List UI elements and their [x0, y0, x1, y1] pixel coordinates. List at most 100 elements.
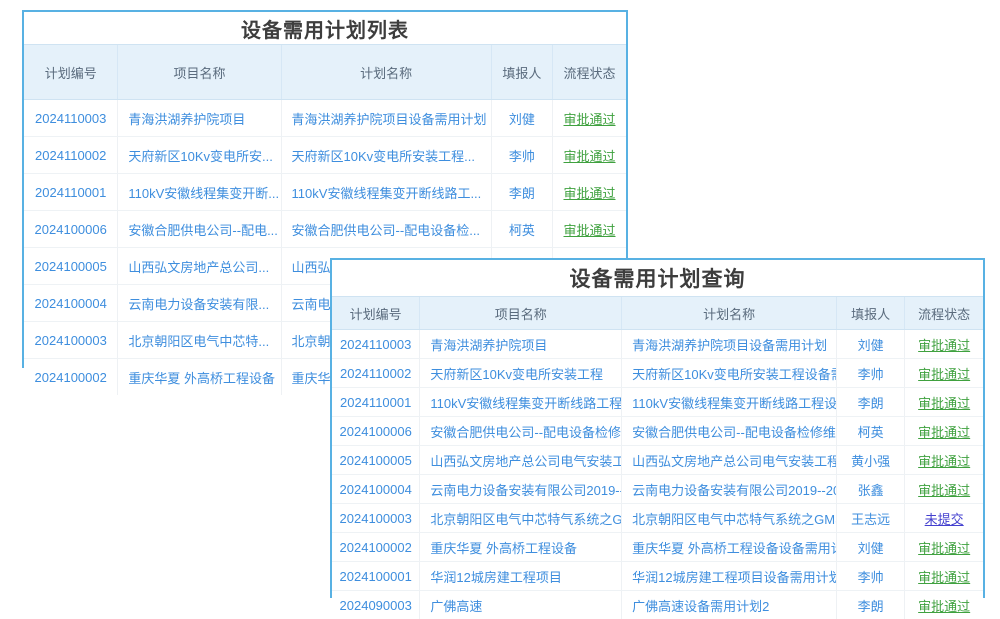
project-name-cell: 重庆华夏 外高桥工程设备 [420, 533, 622, 562]
column-header-status: 流程状态 [905, 297, 983, 330]
filler-cell: 李朗 [491, 174, 552, 211]
plan-no-cell: 2024100004 [24, 285, 118, 322]
status-cell: 审批通过 [905, 388, 983, 417]
status-cell: 审批通过 [905, 533, 983, 562]
status-link[interactable]: 审批通过 [564, 186, 616, 201]
table-row[interactable]: 2024100006安徽合肥供电公司--配电...安徽合肥供电公司--配电设备检… [24, 211, 626, 248]
status-link[interactable]: 审批通过 [918, 367, 970, 382]
page-title: 设备需用计划查询 [332, 260, 983, 296]
column-header-plan-name: 计划名称 [622, 297, 837, 330]
project-name-cell: 安徽合肥供电公司--配电设备检修维护 [420, 417, 622, 446]
plan-no-cell: 2024110001 [24, 174, 118, 211]
project-name-cell: 安徽合肥供电公司--配电... [118, 211, 281, 248]
plan-name-cell: 广佛高速设备需用计划2 [622, 591, 837, 619]
table-row[interactable]: 2024100002重庆华夏 外高桥工程设备重庆华夏 外高桥工程设备设备需用计划… [332, 533, 983, 562]
column-header-filler: 填报人 [491, 45, 552, 100]
table-row[interactable]: 2024110003青海洪湖养护院项目青海洪湖养护院项目设备需用计划刘健审批通过 [24, 100, 626, 137]
plan-name-cell: 华润12城房建工程项目设备需用计划2 [622, 562, 837, 591]
plan-no-cell: 2024100002 [332, 533, 420, 562]
column-header-plan-no: 计划编号 [332, 297, 420, 330]
plan-name-cell: 天府新区10Kv变电所安装工程... [281, 137, 491, 174]
plan-no-cell: 2024110001 [332, 388, 420, 417]
table-row[interactable]: 2024110003青海洪湖养护院项目青海洪湖养护院项目设备需用计划刘健审批通过 [332, 330, 983, 359]
table-header-row: 计划编号 项目名称 计划名称 填报人 流程状态 [24, 45, 626, 100]
plan-name-cell: 110kV安徽线程集变开断线路工程设备需用计划 [622, 388, 837, 417]
status-link[interactable]: 未提交 [925, 512, 964, 527]
plan-name-cell: 110kV安徽线程集变开断线路工... [281, 174, 491, 211]
status-cell: 审批通过 [553, 100, 626, 137]
plan-no-cell: 2024100006 [332, 417, 420, 446]
filler-cell: 柯英 [837, 417, 905, 446]
plan-name-cell: 安徽合肥供电公司--配电设备检修维护设备需用计划 [622, 417, 837, 446]
table-row[interactable]: 2024110002天府新区10Kv变电所安装工程天府新区10Kv变电所安装工程… [332, 359, 983, 388]
status-cell: 审批通过 [553, 174, 626, 211]
filler-cell: 刘健 [837, 533, 905, 562]
plan-no-cell: 2024100001 [332, 562, 420, 591]
table-row[interactable]: 2024100001华润12城房建工程项目华润12城房建工程项目设备需用计划2李… [332, 562, 983, 591]
project-name-cell: 天府新区10Kv变电所安装工程 [420, 359, 622, 388]
table-row[interactable]: 2024110001110kV安徽线程集变开断线路工程110kV安徽线程集变开断… [332, 388, 983, 417]
plan-no-cell: 2024100003 [24, 322, 118, 359]
column-header-plan-no: 计划编号 [24, 45, 118, 100]
filler-cell: 柯英 [491, 211, 552, 248]
filler-cell: 李帅 [837, 359, 905, 388]
table-row[interactable]: 2024110001110kV安徽线程集变开断...110kV安徽线程集变开断线… [24, 174, 626, 211]
project-name-cell: 北京朝阳区电气中芯特气系统之GMS [420, 504, 622, 533]
plan-name-cell: 山西弘文房地产总公司电气安装工程设备需用计划 [622, 446, 837, 475]
table-row[interactable]: 2024100006安徽合肥供电公司--配电设备检修维护安徽合肥供电公司--配电… [332, 417, 983, 446]
table-row[interactable]: 2024100005山西弘文房地产总公司电气安装工程山西弘文房地产总公司电气安装… [332, 446, 983, 475]
plan-name-cell: 天府新区10Kv变电所安装工程设备需用计划 [622, 359, 837, 388]
plan-name-cell: 重庆华夏 外高桥工程设备设备需用计划 [622, 533, 837, 562]
plan-no-cell: 2024090003 [332, 591, 420, 619]
table-header-row: 计划编号 项目名称 计划名称 填报人 流程状态 [332, 297, 983, 330]
plan-no-cell: 2024110003 [332, 330, 420, 359]
column-header-status: 流程状态 [553, 45, 626, 100]
plan-name-cell: 北京朝阳区电气中芯特气系统之GMS设备需用计划 [622, 504, 837, 533]
plan-name-cell: 青海洪湖养护院项目设备需用计划 [281, 100, 491, 137]
status-cell: 审批通过 [905, 562, 983, 591]
project-name-cell: 云南电力设备安装有限公司2019--2020 [420, 475, 622, 504]
column-header-plan-name: 计划名称 [281, 45, 491, 100]
filler-cell: 王志远 [837, 504, 905, 533]
project-name-cell: 广佛高速 [420, 591, 622, 619]
status-cell: 审批通过 [553, 137, 626, 174]
plan-name-cell: 云南电力设备安装有限公司2019--2020设备需用计划 [622, 475, 837, 504]
table-row[interactable]: 2024110002天府新区10Kv变电所安...天府新区10Kv变电所安装工程… [24, 137, 626, 174]
status-cell: 审批通过 [905, 446, 983, 475]
plan-no-cell: 2024100005 [24, 248, 118, 285]
status-cell: 审批通过 [553, 211, 626, 248]
status-link[interactable]: 审批通过 [918, 570, 970, 585]
status-link[interactable]: 审批通过 [918, 338, 970, 353]
filler-cell: 李朗 [837, 591, 905, 619]
status-link[interactable]: 审批通过 [918, 454, 970, 469]
status-cell: 审批通过 [905, 591, 983, 619]
status-link[interactable]: 审批通过 [918, 541, 970, 556]
project-name-cell: 110kV安徽线程集变开断... [118, 174, 281, 211]
table-row[interactable]: 2024100004云南电力设备安装有限公司2019--2020云南电力设备安装… [332, 475, 983, 504]
project-name-cell: 云南电力设备安装有限... [118, 285, 281, 322]
filler-cell: 黄小强 [837, 446, 905, 475]
status-cell: 审批通过 [905, 330, 983, 359]
plan-no-cell: 2024100002 [24, 359, 118, 396]
filler-cell: 刘健 [837, 330, 905, 359]
plan-name-cell: 安徽合肥供电公司--配电设备检... [281, 211, 491, 248]
plan-no-cell: 2024110002 [332, 359, 420, 388]
status-link[interactable]: 审批通过 [564, 149, 616, 164]
status-cell: 审批通过 [905, 475, 983, 504]
status-link[interactable]: 审批通过 [918, 425, 970, 440]
project-name-cell: 重庆华夏 外高桥工程设备 [118, 359, 281, 396]
table-row[interactable]: 2024090003广佛高速广佛高速设备需用计划2李朗审批通过 [332, 591, 983, 619]
status-link[interactable]: 审批通过 [918, 483, 970, 498]
status-link[interactable]: 审批通过 [918, 599, 970, 614]
equipment-plan-query-panel: 设备需用计划查询 计划编号 项目名称 计划名称 填报人 流程状态 2024110… [330, 258, 985, 598]
plan-no-cell: 2024100005 [332, 446, 420, 475]
plan-name-cell: 青海洪湖养护院项目设备需用计划 [622, 330, 837, 359]
status-link[interactable]: 审批通过 [918, 396, 970, 411]
status-link[interactable]: 审批通过 [564, 112, 616, 127]
plan-no-cell: 2024110003 [24, 100, 118, 137]
plan-no-cell: 2024100006 [24, 211, 118, 248]
status-link[interactable]: 审批通过 [564, 223, 616, 238]
page-title: 设备需用计划列表 [24, 12, 626, 44]
table-row[interactable]: 2024100003北京朝阳区电气中芯特气系统之GMS北京朝阳区电气中芯特气系统… [332, 504, 983, 533]
filler-cell: 李帅 [491, 137, 552, 174]
